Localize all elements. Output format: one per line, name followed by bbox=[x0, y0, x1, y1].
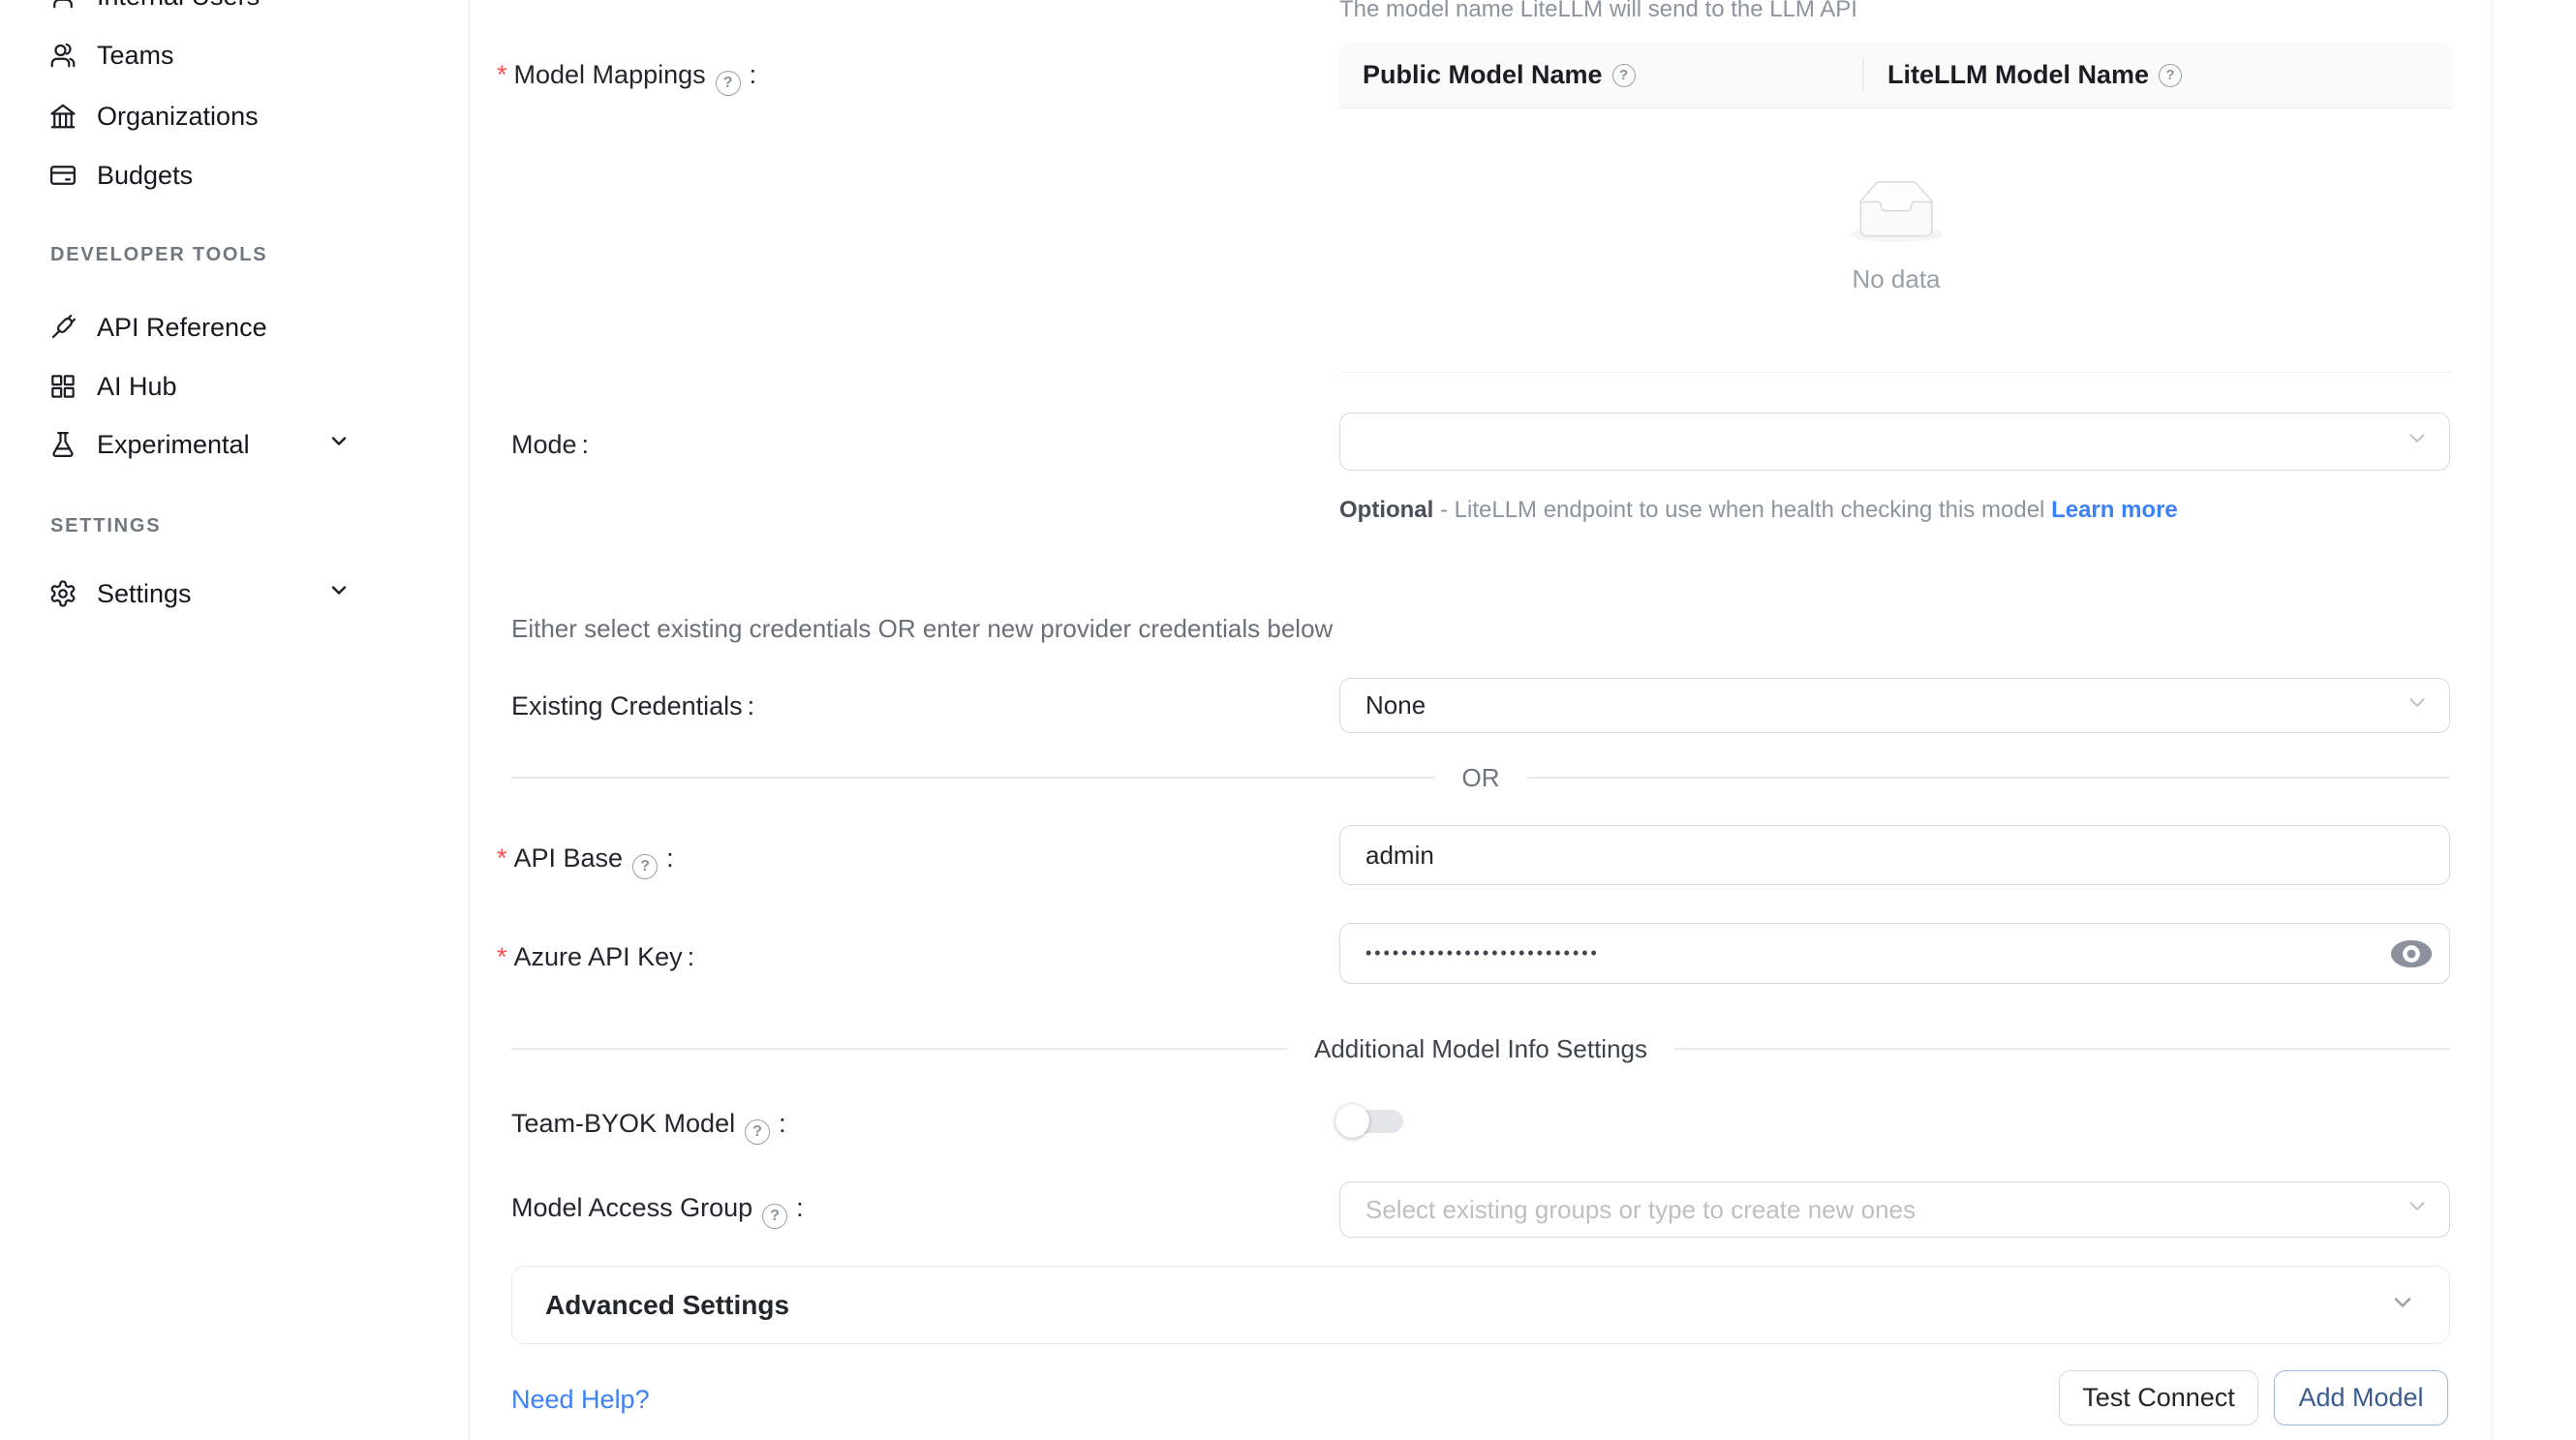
table-header-row: Public Model Name ? LiteLLM Model Name ? bbox=[1339, 43, 2453, 108]
sidebar-item-teams[interactable]: Teams bbox=[0, 24, 470, 86]
panel-edge-divider bbox=[2492, 0, 2493, 1440]
additional-settings-divider: Additional Model Info Settings bbox=[511, 1034, 2450, 1063]
or-divider-text: OR bbox=[1462, 763, 1500, 793]
sidebar-item-label: Experimental bbox=[97, 430, 250, 460]
gear-icon bbox=[48, 579, 77, 608]
help-question-icon[interactable]: ? bbox=[1612, 64, 1636, 87]
mode-help-text: Optional - LiteLLM endpoint to use when … bbox=[1339, 490, 2230, 531]
add-model-button[interactable]: Add Model bbox=[2274, 1370, 2448, 1425]
sidebar-item-organizations[interactable]: Organizations bbox=[0, 85, 470, 147]
user-icon bbox=[48, 0, 77, 11]
existing-credentials-select[interactable]: None bbox=[1339, 678, 2450, 733]
test-connect-button[interactable]: Test Connect bbox=[2059, 1370, 2258, 1425]
sidebar-item-label: Internal Users bbox=[97, 0, 260, 12]
model-mappings-table: Public Model Name ? LiteLLM Model Name ?… bbox=[1339, 43, 2453, 373]
azure-api-key-input[interactable]: •••••••••••••••••••••••••• bbox=[1339, 923, 2450, 984]
credit-card-icon bbox=[48, 161, 77, 190]
model-access-group-select[interactable]: Select existing groups or type to create… bbox=[1339, 1181, 2450, 1238]
model-mappings-label: *Model Mappings?: bbox=[497, 58, 756, 91]
required-marker: * bbox=[497, 942, 507, 971]
team-byok-label: Team-BYOK Model?: bbox=[511, 1107, 786, 1140]
empty-inbox-icon bbox=[1847, 180, 1946, 249]
chevron-down-icon bbox=[2405, 426, 2430, 458]
required-marker: * bbox=[497, 843, 507, 873]
column-header-litellm-model-name: LiteLLM Model Name ? bbox=[1864, 43, 2453, 107]
sidebar-item-label: Settings bbox=[97, 579, 192, 609]
sidebar-item-settings[interactable]: Settings bbox=[0, 563, 470, 625]
team-byok-toggle[interactable] bbox=[1339, 1110, 1403, 1133]
add-model-form: The model name LiteLLM will send to the … bbox=[470, 0, 2576, 1440]
sidebar-item-ai-hub[interactable]: AI Hub bbox=[0, 355, 470, 417]
chevron-down-icon bbox=[327, 430, 351, 460]
help-question-icon[interactable]: ? bbox=[745, 1119, 770, 1145]
plug-icon bbox=[48, 313, 77, 342]
existing-credentials-value: None bbox=[1365, 690, 1426, 720]
help-question-icon[interactable]: ? bbox=[716, 71, 741, 96]
sidebar: Internal Users Teams Organizations Budge… bbox=[0, 0, 470, 1440]
mode-select[interactable] bbox=[1339, 413, 2450, 471]
chevron-down-icon bbox=[2389, 1289, 2416, 1321]
sidebar-item-api-reference[interactable]: API Reference bbox=[0, 296, 470, 358]
model-access-group-label: Model Access Group?: bbox=[511, 1191, 804, 1224]
grid-icon bbox=[48, 372, 77, 401]
sidebar-section-developer-tools: DEVELOPER TOOLS bbox=[50, 239, 267, 270]
help-question-icon[interactable]: ? bbox=[2159, 64, 2182, 87]
chevron-down-icon bbox=[2405, 1194, 2430, 1226]
advanced-settings-title: Advanced Settings bbox=[545, 1290, 789, 1321]
help-question-icon[interactable]: ? bbox=[762, 1204, 787, 1229]
help-question-icon[interactable]: ? bbox=[632, 854, 658, 879]
sidebar-item-label: Budgets bbox=[97, 161, 193, 191]
masked-password-value: •••••••••••••••••••••••••• bbox=[1365, 943, 1600, 964]
bank-icon bbox=[48, 102, 77, 131]
divider-line bbox=[1674, 1048, 2450, 1049]
api-base-input[interactable] bbox=[1339, 825, 2450, 885]
api-base-label: *API Base?: bbox=[497, 842, 674, 874]
sidebar-item-label: Organizations bbox=[97, 102, 259, 132]
existing-credentials-label: Existing Credentials: bbox=[511, 689, 754, 722]
sidebar-item-label: AI Hub bbox=[97, 372, 177, 402]
sidebar-item-experimental[interactable]: Experimental bbox=[0, 414, 470, 475]
column-header-public-model-name: Public Model Name ? bbox=[1339, 43, 1864, 107]
chevron-down-icon bbox=[327, 579, 351, 609]
learn-more-link[interactable]: Learn more bbox=[2051, 497, 2178, 523]
sidebar-section-settings: SETTINGS bbox=[50, 510, 161, 541]
or-divider: OR bbox=[511, 763, 2450, 792]
flask-icon bbox=[48, 430, 77, 459]
credentials-note: Either select existing credentials OR en… bbox=[511, 614, 1333, 644]
table-empty-state: No data bbox=[1339, 108, 2453, 373]
sidebar-item-budgets[interactable]: Budgets bbox=[0, 144, 470, 206]
required-marker: * bbox=[497, 60, 507, 89]
toggle-knob bbox=[1335, 1104, 1369, 1138]
divider-line bbox=[511, 777, 1435, 778]
divider-line bbox=[1527, 777, 2451, 778]
advanced-settings-expander[interactable]: Advanced Settings bbox=[511, 1266, 2450, 1344]
additional-settings-divider-text: Additional Model Info Settings bbox=[1314, 1034, 1647, 1064]
no-data-text: No data bbox=[1852, 264, 1940, 294]
azure-api-key-label: *Azure API Key: bbox=[497, 940, 694, 973]
sidebar-item-label: API Reference bbox=[97, 313, 267, 343]
sidebar-item-label: Teams bbox=[97, 41, 174, 71]
need-help-link[interactable]: Need Help? bbox=[511, 1385, 650, 1415]
mode-label: Mode: bbox=[511, 428, 589, 461]
sidebar-item-internal-users[interactable]: Internal Users bbox=[0, 0, 470, 27]
model-access-group-placeholder: Select existing groups or type to create… bbox=[1365, 1195, 1916, 1225]
users-icon bbox=[48, 41, 77, 70]
divider-line bbox=[511, 1048, 1287, 1049]
chevron-down-icon bbox=[2405, 689, 2430, 721]
model-name-help-text: The model name LiteLLM will send to the … bbox=[1339, 0, 1857, 23]
eye-icon[interactable] bbox=[2389, 938, 2434, 969]
